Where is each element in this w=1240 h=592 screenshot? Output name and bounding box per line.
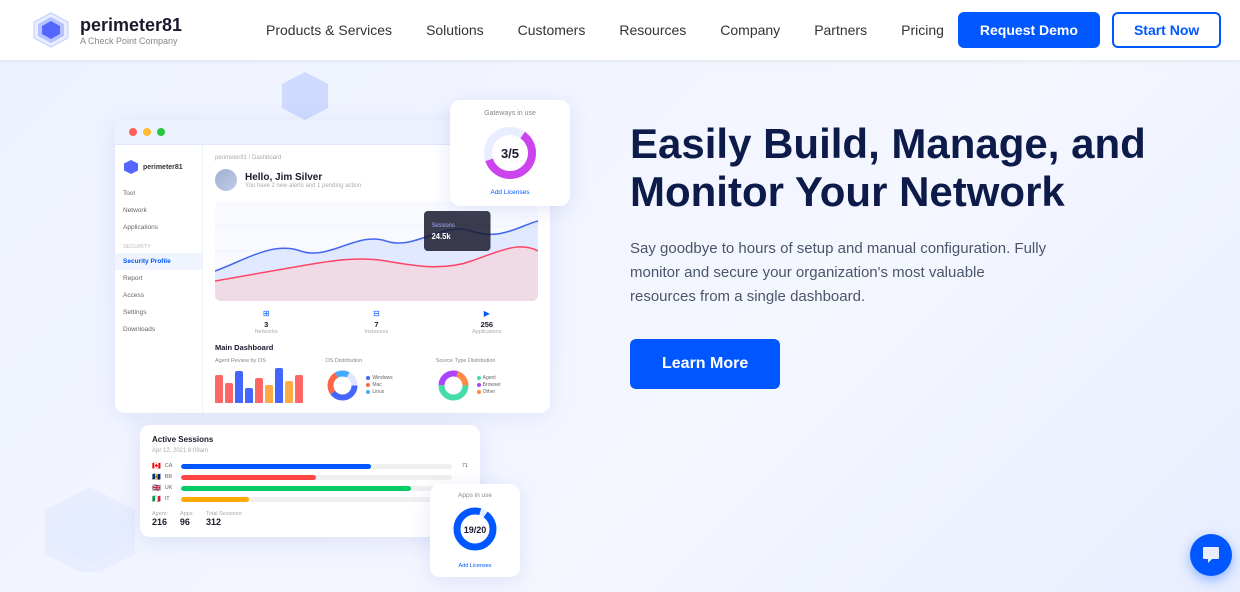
hero-headline: Easily Build, Manage, and Monitor Your N… xyxy=(630,120,1190,217)
donut-chart-1-svg xyxy=(325,368,360,403)
svg-text:3/5: 3/5 xyxy=(501,146,519,161)
stat-total-sessions: Total Sessions: 312 xyxy=(206,511,243,527)
sidebar-item-downloads[interactable]: Downloads xyxy=(115,321,202,338)
donut-chart-2-svg xyxy=(436,368,471,403)
sidebar-item-report[interactable]: Report xyxy=(115,270,202,287)
sessions-date: Apr 12, 2021 8:09am xyxy=(152,448,468,454)
stat-agent: Agent: 216 xyxy=(152,511,168,527)
stats-row: ⊞ 3 Networks ⊟ 7 Instances ▶ 256 App xyxy=(215,309,538,335)
user-avatar xyxy=(215,169,237,191)
svg-text:24.5k: 24.5k xyxy=(432,232,452,241)
stat-apps: Apps: 96 xyxy=(180,511,194,527)
brand-tagline: A Check Point Company xyxy=(80,36,182,46)
nav-pricing[interactable]: Pricing xyxy=(887,16,958,44)
decorative-shape-top xyxy=(280,70,330,120)
nav-company[interactable]: Company xyxy=(706,16,794,44)
nav-links: Products & Services Solutions Customers … xyxy=(252,16,958,44)
session-bar-uk: 🇬🇧 UK xyxy=(152,484,468,492)
hero-subtext: Say goodbye to hours of setup and manual… xyxy=(630,237,1050,309)
greeting: Hello, Jim Silver xyxy=(245,172,361,183)
session-bar-ca: 🇨🇦 CA 71 xyxy=(152,462,468,470)
logo-icon xyxy=(32,11,70,49)
session-bar-bb: 🇧🇧 BB xyxy=(152,473,468,481)
window-dot-red xyxy=(129,128,137,136)
nav-actions: Request Demo Start Now xyxy=(958,12,1221,48)
decorative-shape-bottom-left xyxy=(40,482,140,572)
nav-customers[interactable]: Customers xyxy=(504,16,600,44)
donut-chart-1: OS Distribution Windows xyxy=(325,358,427,403)
bar-chart-bars xyxy=(215,368,317,403)
donut-chart-2-title: Source Type Distribution xyxy=(436,358,538,364)
bar-chart-title: Agent Review by OS xyxy=(215,358,317,364)
bar-chart-widget: Agent Review by OS xyxy=(215,358,317,403)
stat-instances: ⊟ 7 Instances xyxy=(325,309,427,335)
sidebar-item-tool[interactable]: Tool xyxy=(115,185,202,202)
apps-title: Apps in use xyxy=(438,492,512,499)
nav-products-services[interactable]: Products & Services xyxy=(252,16,406,44)
sessions-bars: 🇨🇦 CA 71 🇧🇧 BB 🇬🇧 UK xyxy=(152,462,468,503)
area-chart-svg: Sessions 24.5k xyxy=(215,201,538,301)
sidebar-item-access[interactable]: Access xyxy=(115,287,202,304)
support-bubble[interactable] xyxy=(1190,534,1232,576)
session-bar-it: 🇮🇹 IT 14 xyxy=(152,495,468,503)
learn-more-button[interactable]: Learn More xyxy=(630,339,780,389)
donut-chart-2: Source Type Distribution Agent xyxy=(436,358,538,403)
apps-donut-svg: 19/20 xyxy=(450,504,500,554)
sidebar-item-network[interactable]: Network xyxy=(115,202,202,219)
area-chart: Sessions 24.5k xyxy=(215,201,538,301)
window-dot-green xyxy=(157,128,165,136)
navbar: perimeter81 A Check Point Company Produc… xyxy=(0,0,1240,60)
greeting-sub: You have 2 new alerts and 1 pending acti… xyxy=(245,183,361,189)
flag-ca: 🇨🇦 xyxy=(152,462,161,470)
nav-partners[interactable]: Partners xyxy=(800,16,881,44)
nav-resources[interactable]: Resources xyxy=(605,16,700,44)
gateways-card: Gateways in use 3/5 Add Licenses xyxy=(450,100,570,206)
gateways-donut-svg: 3/5 xyxy=(480,123,540,183)
svg-text:19/20: 19/20 xyxy=(464,525,487,535)
bottom-charts: Agent Review by OS xyxy=(215,358,538,403)
sessions-card: Active Sessions Apr 12, 2021 8:09am 🇨🇦 C… xyxy=(140,425,480,537)
window-dot-yellow xyxy=(143,128,151,136)
svg-text:Sessions: Sessions xyxy=(432,223,455,229)
flag-uk: 🇬🇧 xyxy=(152,484,161,492)
stat-networks: ⊞ 3 Networks xyxy=(215,309,317,335)
main-dashboard-title: Main Dashboard xyxy=(215,343,538,352)
gateways-donut: 3/5 xyxy=(460,123,560,183)
dashboard-mockup: perimeter81 Tool Network Applications SE… xyxy=(0,60,600,592)
sidebar-item-security-profile[interactable]: Security Profile xyxy=(115,253,202,270)
apps-card: Apps in use 19/20 Add Licenses xyxy=(430,484,520,577)
hero-section: perimeter81 Tool Network Applications SE… xyxy=(0,60,1240,592)
flag-it: 🇮🇹 xyxy=(152,495,161,503)
donut-chart-1-title: OS Distribution xyxy=(325,358,427,364)
sessions-title: Active Sessions xyxy=(152,435,468,444)
card-sidebar: perimeter81 Tool Network Applications SE… xyxy=(115,145,203,413)
chat-icon xyxy=(1201,545,1221,565)
sidebar-item-settings[interactable]: Settings xyxy=(115,304,202,321)
sidebar-item-applications[interactable]: Applications xyxy=(115,219,202,236)
flag-bb: 🇧🇧 xyxy=(152,473,161,481)
sidebar-logo-icon xyxy=(123,159,139,175)
gateways-title: Gateways in use xyxy=(460,110,560,117)
brand-name: perimeter81 xyxy=(80,15,182,36)
nav-solutions[interactable]: Solutions xyxy=(412,16,498,44)
request-demo-button[interactable]: Request Demo xyxy=(958,12,1100,48)
gateways-add-licenses[interactable]: Add Licenses xyxy=(460,189,560,196)
start-now-button[interactable]: Start Now xyxy=(1112,12,1221,48)
sessions-stats: Agent: 216 Apps: 96 Total Sessions: 312 xyxy=(152,511,468,527)
apps-add-licenses[interactable]: Add Licenses xyxy=(438,563,512,569)
hero-text-area: Easily Build, Manage, and Monitor Your N… xyxy=(600,60,1240,429)
logo[interactable]: perimeter81 A Check Point Company xyxy=(32,11,212,49)
stat-applications: ▶ 256 Applications xyxy=(436,309,538,335)
